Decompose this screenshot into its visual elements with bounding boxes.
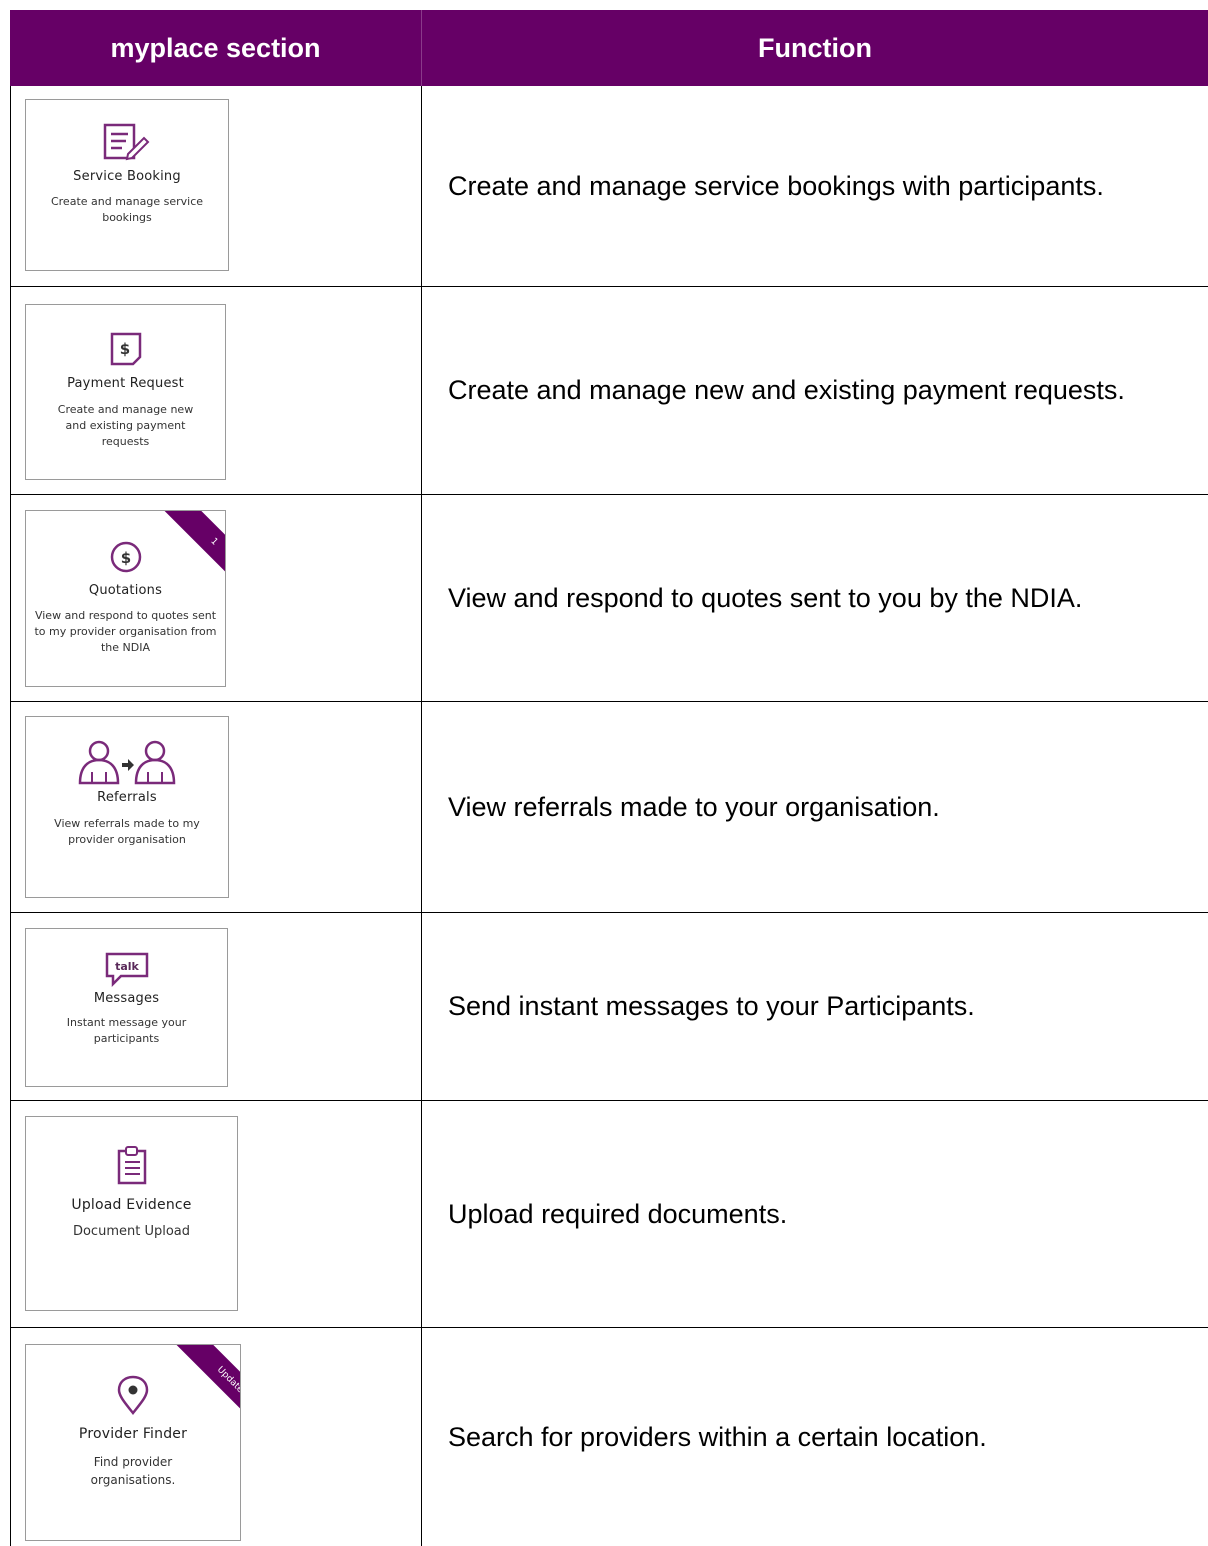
tile-title: Messages [93,991,160,1006]
function-text: Upload required documents. [448,1198,788,1229]
tile-description: Create and manage service bookings [50,195,204,224]
function-text: Search for providers within a certain lo… [448,1421,987,1452]
function-text: Send instant messages to your Participan… [448,991,975,1021]
header-function: Function [758,32,872,63]
tile-title: Service Booking [73,169,181,184]
tile-title: Payment Request [67,376,184,391]
table-header: myplace section Function [10,10,1208,86]
location-pin-icon [26,1375,240,1415]
function-text: View referrals made to your organisation… [448,791,940,822]
tile-description: Find provider organisations. [90,1455,176,1487]
tile-title: Quotations [88,583,163,598]
person-referral-icon [26,739,228,785]
tile-provider-finder[interactable]: Updated Provider Finder Find provider or… [25,1344,241,1541]
tile-title: Upload Evidence [71,1197,192,1213]
tile-description: Document Upload [72,1224,191,1239]
tile-title: Provider Finder [78,1426,188,1442]
tile-quotations[interactable]: 1 $ Quotations View and respond to quote… [25,510,226,687]
tile-messages[interactable]: talk Messages Instant message your parti… [25,928,228,1087]
function-text: Create and manage new and existing payme… [448,375,1125,405]
svg-text:talk: talk [115,960,139,973]
svg-text:$: $ [120,549,130,567]
tile-service-booking[interactable]: Service Booking Create and manage servic… [25,99,229,271]
tile-payment-request[interactable]: $ Payment Request Create and manage new … [25,304,226,480]
tile-upload-evidence[interactable]: Upload Evidence Document Upload [25,1116,238,1311]
function-text: View and respond to quotes sent to you b… [448,582,1083,613]
talk-bubble-icon: talk [26,951,227,987]
tile-description: View referrals made to my provider organ… [54,817,200,846]
tile-referrals[interactable]: Referrals View referrals made to my prov… [25,716,229,898]
header-myplace-section: myplace section [110,32,321,63]
tile-title: Referrals [97,790,157,805]
svg-text:$: $ [119,340,129,358]
clipboard-icon [26,1145,237,1185]
dollar-circle-icon: $ [26,540,225,574]
document-edit-icon [26,122,228,162]
dollar-document-icon: $ [26,331,225,367]
tile-description: Instant message your participants [66,1016,187,1045]
tile-description: View and respond to quotes sent to my pr… [34,609,217,654]
function-text: Create and manage service bookings with … [448,171,1104,201]
tile-description: Create and manage new and existing payme… [57,403,194,448]
